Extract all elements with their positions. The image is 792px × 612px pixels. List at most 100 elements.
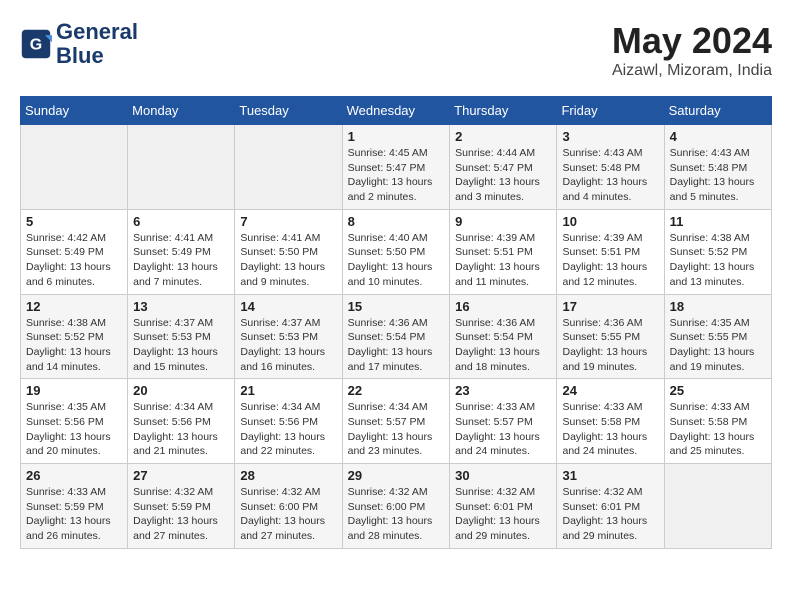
month-title: May 2024: [612, 20, 772, 62]
day-info: Sunrise: 4:43 AMSunset: 5:48 PMDaylight:…: [670, 146, 766, 205]
calendar-cell: 25 Sunrise: 4:33 AMSunset: 5:58 PMDayligh…: [664, 379, 771, 464]
day-number: 25: [670, 383, 766, 398]
calendar-cell: 19Sunrise: 4:35 AMSunset: 5:56 PMDayligh…: [21, 379, 128, 464]
calendar-cell: 6 Sunrise: 4:41 AMSunset: 5:49 PMDaylight…: [128, 209, 235, 294]
logo-line2: Blue: [56, 44, 138, 68]
calendar-cell: 23 Sunrise: 4:33 AMSunset: 5:57 PMDayligh…: [450, 379, 557, 464]
weekday-header-row: SundayMondayTuesdayWednesdayThursdayFrid…: [21, 97, 772, 125]
day-info: Sunrise: 4:34 AMSunset: 5:56 PMDaylight:…: [133, 400, 229, 459]
calendar-cell: 31Sunrise: 4:32 AMSunset: 6:01 PMDayligh…: [557, 464, 664, 549]
calendar-cell: 22 Sunrise: 4:34 AMSunset: 5:57 PMDayligh…: [342, 379, 450, 464]
calendar-cell: 30 Sunrise: 4:32 AMSunset: 6:01 PMDayligh…: [450, 464, 557, 549]
calendar-cell: 18 Sunrise: 4:35 AMSunset: 5:55 PMDayligh…: [664, 294, 771, 379]
day-number: 2: [455, 129, 551, 144]
day-info: Sunrise: 4:33 AMSunset: 5:58 PMDaylight:…: [670, 400, 766, 459]
day-number: 29: [348, 468, 445, 483]
day-number: 9: [455, 214, 551, 229]
day-info: Sunrise: 4:37 AMSunset: 5:53 PMDaylight:…: [133, 316, 229, 375]
day-info: Sunrise: 4:33 AMSunset: 5:58 PMDaylight:…: [562, 400, 658, 459]
calendar-cell: 1Sunrise: 4:45 AMSunset: 5:47 PMDaylight…: [342, 125, 450, 210]
day-info: Sunrise: 4:33 AMSunset: 5:57 PMDaylight:…: [455, 400, 551, 459]
calendar-cell: 24 Sunrise: 4:33 AMSunset: 5:58 PMDayligh…: [557, 379, 664, 464]
calendar-cell: 11 Sunrise: 4:38 AMSunset: 5:52 PMDayligh…: [664, 209, 771, 294]
day-number: 13: [133, 299, 229, 314]
day-info: Sunrise: 4:32 AMSunset: 6:00 PMDaylight:…: [348, 485, 445, 544]
day-info: Sunrise: 4:41 AMSunset: 5:50 PMDaylight:…: [240, 231, 336, 290]
day-info: Sunrise: 4:32 AMSunset: 5:59 PMDaylight:…: [133, 485, 229, 544]
day-number: 6: [133, 214, 229, 229]
day-info: Sunrise: 4:35 AMSunset: 5:55 PMDaylight:…: [670, 316, 766, 375]
calendar-cell: 27 Sunrise: 4:32 AMSunset: 5:59 PMDayligh…: [128, 464, 235, 549]
calendar-cell: 21 Sunrise: 4:34 AMSunset: 5:56 PMDayligh…: [235, 379, 342, 464]
day-number: 20: [133, 383, 229, 398]
day-info: Sunrise: 4:39 AMSunset: 5:51 PMDaylight:…: [455, 231, 551, 290]
day-info: Sunrise: 4:44 AMSunset: 5:47 PMDaylight:…: [455, 146, 551, 205]
calendar-cell: 7Sunrise: 4:41 AMSunset: 5:50 PMDaylight…: [235, 209, 342, 294]
title-block: May 2024 Aizawl, Mizoram, India: [612, 20, 772, 80]
day-info: Sunrise: 4:38 AMSunset: 5:52 PMDaylight:…: [26, 316, 122, 375]
weekday-header-tuesday: Tuesday: [235, 97, 342, 125]
day-number: 30: [455, 468, 551, 483]
calendar-cell: [128, 125, 235, 210]
day-number: 4: [670, 129, 766, 144]
logo: G General Blue: [20, 20, 138, 68]
day-number: 31: [562, 468, 658, 483]
page-header: G General Blue May 2024 Aizawl, Mizoram,…: [20, 20, 772, 80]
day-number: 18: [670, 299, 766, 314]
day-number: 19: [26, 383, 122, 398]
calendar-cell: 28 Sunrise: 4:32 AMSunset: 6:00 PMDayligh…: [235, 464, 342, 549]
day-info: Sunrise: 4:40 AMSunset: 5:50 PMDaylight:…: [348, 231, 445, 290]
day-info: Sunrise: 4:33 AMSunset: 5:59 PMDaylight:…: [26, 485, 122, 544]
weekday-header-wednesday: Wednesday: [342, 97, 450, 125]
day-info: Sunrise: 4:42 AMSunset: 5:49 PMDaylight:…: [26, 231, 122, 290]
calendar-cell: 13 Sunrise: 4:37 AMSunset: 5:53 PMDayligh…: [128, 294, 235, 379]
week-row-4: 19Sunrise: 4:35 AMSunset: 5:56 PMDayligh…: [21, 379, 772, 464]
logo-text: General Blue: [56, 20, 138, 68]
day-info: Sunrise: 4:34 AMSunset: 5:57 PMDaylight:…: [348, 400, 445, 459]
week-row-3: 12 Sunrise: 4:38 AMSunset: 5:52 PMDayligh…: [21, 294, 772, 379]
day-number: 24: [562, 383, 658, 398]
calendar-cell: 3 Sunrise: 4:43 AMSunset: 5:48 PMDaylight…: [557, 125, 664, 210]
week-row-1: 1Sunrise: 4:45 AMSunset: 5:47 PMDaylight…: [21, 125, 772, 210]
calendar-cell: 20 Sunrise: 4:34 AMSunset: 5:56 PMDayligh…: [128, 379, 235, 464]
day-info: Sunrise: 4:38 AMSunset: 5:52 PMDaylight:…: [670, 231, 766, 290]
day-number: 23: [455, 383, 551, 398]
day-info: Sunrise: 4:41 AMSunset: 5:49 PMDaylight:…: [133, 231, 229, 290]
day-number: 5: [26, 214, 122, 229]
calendar-cell: 4 Sunrise: 4:43 AMSunset: 5:48 PMDaylight…: [664, 125, 771, 210]
day-number: 16: [455, 299, 551, 314]
location-title: Aizawl, Mizoram, India: [612, 62, 772, 80]
calendar-cell: 10Sunrise: 4:39 AMSunset: 5:51 PMDayligh…: [557, 209, 664, 294]
day-number: 28: [240, 468, 336, 483]
calendar-cell: 5 Sunrise: 4:42 AMSunset: 5:49 PMDaylight…: [21, 209, 128, 294]
calendar-cell: [21, 125, 128, 210]
day-number: 22: [348, 383, 445, 398]
calendar-cell: 2 Sunrise: 4:44 AMSunset: 5:47 PMDaylight…: [450, 125, 557, 210]
day-number: 27: [133, 468, 229, 483]
day-number: 11: [670, 214, 766, 229]
day-number: 10: [562, 214, 658, 229]
day-number: 8: [348, 214, 445, 229]
calendar-cell: 15 Sunrise: 4:36 AMSunset: 5:54 PMDayligh…: [342, 294, 450, 379]
day-info: Sunrise: 4:32 AMSunset: 6:01 PMDaylight:…: [455, 485, 551, 544]
day-number: 3: [562, 129, 658, 144]
day-info: Sunrise: 4:36 AMSunset: 5:54 PMDaylight:…: [348, 316, 445, 375]
day-info: Sunrise: 4:34 AMSunset: 5:56 PMDaylight:…: [240, 400, 336, 459]
day-number: 26: [26, 468, 122, 483]
day-number: 17: [562, 299, 658, 314]
weekday-header-monday: Monday: [128, 97, 235, 125]
svg-text:G: G: [30, 37, 42, 54]
day-number: 21: [240, 383, 336, 398]
day-info: Sunrise: 4:45 AMSunset: 5:47 PMDaylight:…: [348, 146, 445, 205]
calendar-cell: 12 Sunrise: 4:38 AMSunset: 5:52 PMDayligh…: [21, 294, 128, 379]
day-number: 14: [240, 299, 336, 314]
calendar-cell: 16 Sunrise: 4:36 AMSunset: 5:54 PMDayligh…: [450, 294, 557, 379]
day-info: Sunrise: 4:43 AMSunset: 5:48 PMDaylight:…: [562, 146, 658, 205]
day-info: Sunrise: 4:36 AMSunset: 5:54 PMDaylight:…: [455, 316, 551, 375]
day-info: Sunrise: 4:32 AMSunset: 6:00 PMDaylight:…: [240, 485, 336, 544]
day-number: 12: [26, 299, 122, 314]
day-number: 15: [348, 299, 445, 314]
weekday-header-sunday: Sunday: [21, 97, 128, 125]
calendar-cell: 8 Sunrise: 4:40 AMSunset: 5:50 PMDaylight…: [342, 209, 450, 294]
logo-icon: G: [20, 28, 52, 60]
